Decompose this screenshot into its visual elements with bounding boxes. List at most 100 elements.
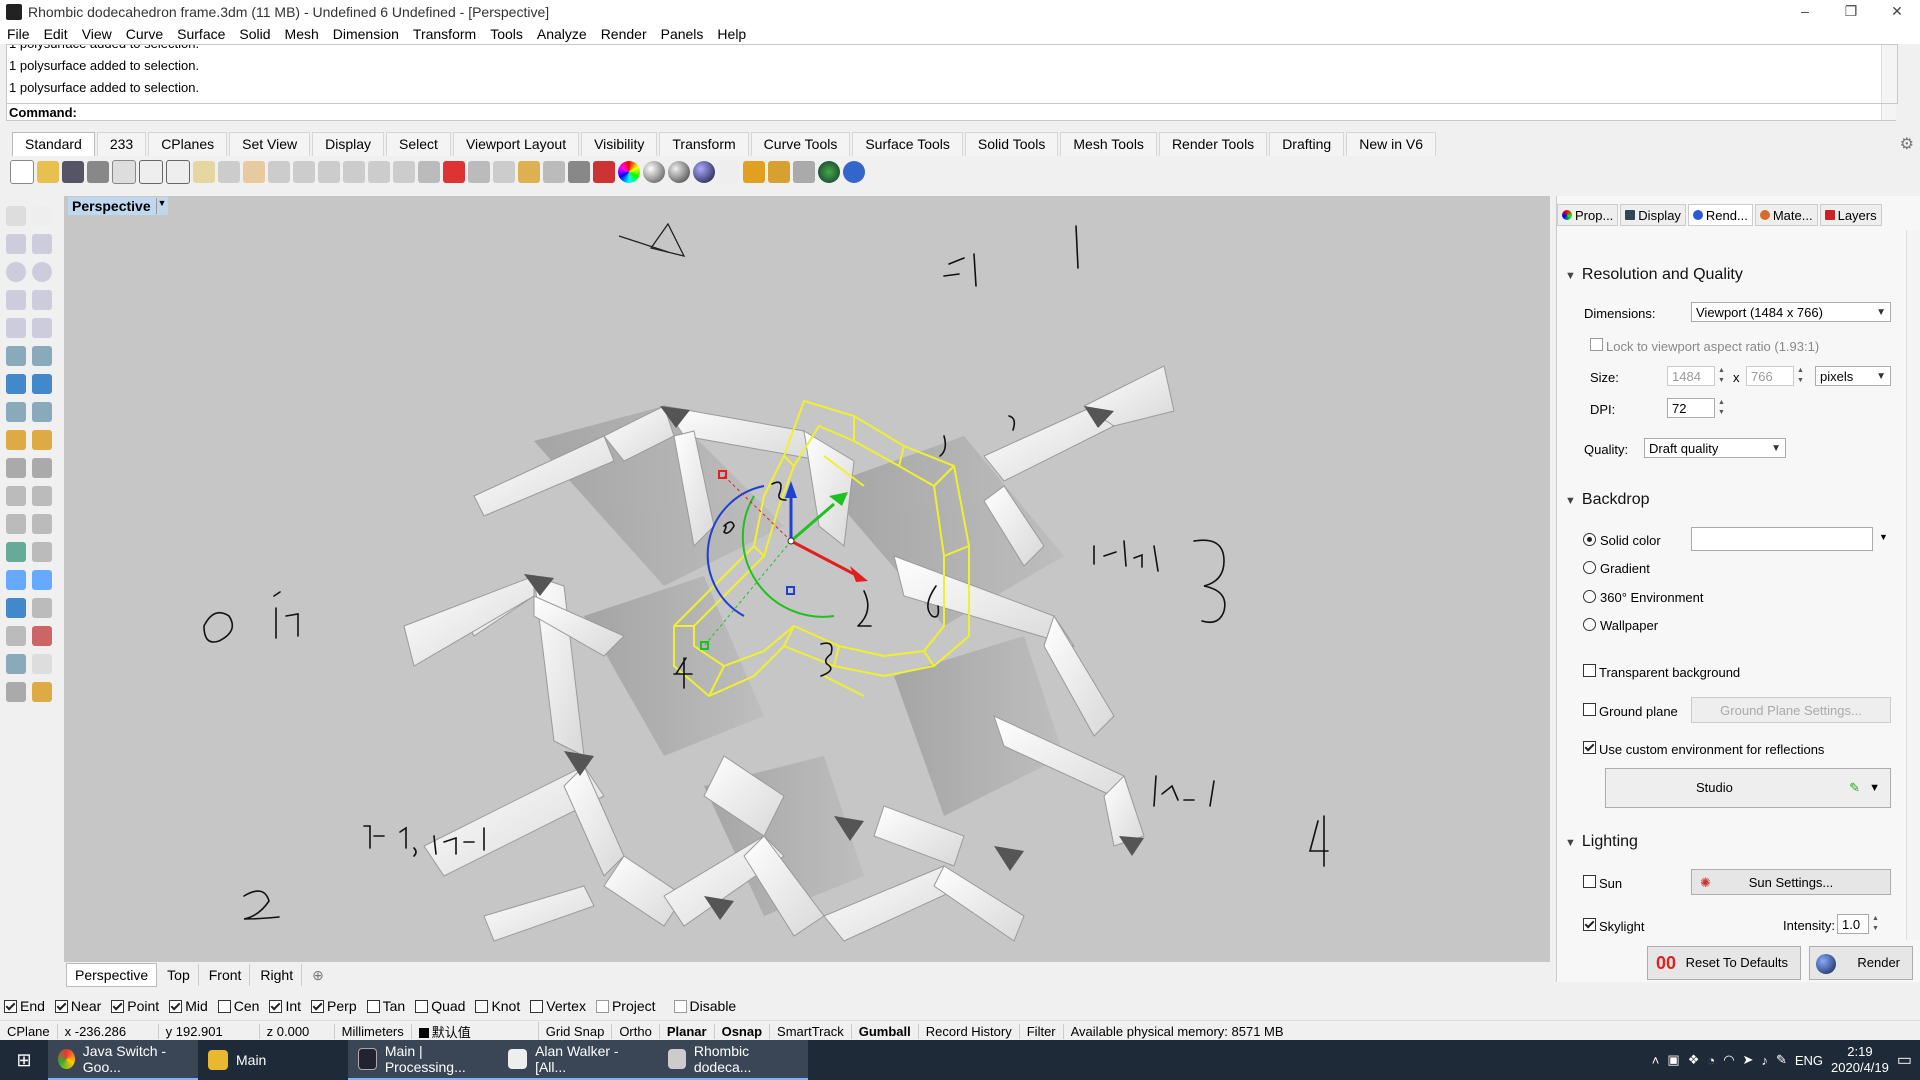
units-status[interactable]: Millimeters [335, 1023, 412, 1039]
wallpaper-radio[interactable]: Wallpaper [1583, 618, 1658, 633]
height-field[interactable]: 766 [1746, 366, 1794, 386]
ground-plane-settings-button[interactable]: Ground Plane Settings... [1691, 697, 1891, 723]
panel-scrollbar[interactable] [1906, 230, 1920, 940]
ortho-toggle[interactable]: Ortho [612, 1023, 660, 1039]
dpi-stepper[interactable]: ▲ ▼ [1716, 398, 1727, 418]
fillet-curve-icon[interactable] [32, 318, 52, 338]
box-solid-icon[interactable] [6, 374, 26, 394]
solid-color-swatch[interactable] [1691, 527, 1873, 551]
osnap-quad-checkbox[interactable]: Quad [415, 998, 465, 1014]
gradient-radio[interactable]: Gradient [1583, 561, 1650, 576]
tab-curve-tools[interactable]: Curve Tools [750, 132, 851, 156]
grid-snap-toggle[interactable]: Grid Snap [539, 1023, 613, 1039]
help-icon[interactable] [843, 161, 865, 183]
osnap-cen-checkbox[interactable]: Cen [217, 998, 259, 1014]
tab-standard[interactable]: Standard [12, 132, 95, 156]
quality-select[interactable]: Draft quality ▼ [1644, 438, 1786, 458]
undo-icon[interactable] [218, 161, 240, 183]
viewport-menu-chevron-icon[interactable]: ▼ [156, 198, 167, 214]
shaded-car-icon[interactable] [468, 161, 490, 183]
osnap-end-checkbox[interactable]: End [4, 998, 45, 1014]
curve-icon[interactable] [32, 234, 52, 254]
transparent-bg-checkbox[interactable]: Transparent background [1583, 664, 1740, 680]
taskbar-item-chrome[interactable]: Java Switch - Goo... [48, 1040, 198, 1080]
panel-tab-materials[interactable]: Mate... [1754, 204, 1818, 226]
car-render-icon[interactable] [443, 161, 465, 183]
restore-button[interactable]: ❐ [1828, 0, 1874, 24]
osnap-knot-checkbox[interactable]: Knot [475, 998, 520, 1014]
command-scrollbar[interactable] [1881, 104, 1896, 120]
osnap-tan-checkbox[interactable]: Tan [366, 998, 405, 1014]
smarttrack-toggle[interactable]: SmartTrack [770, 1023, 852, 1039]
tab-mesh-tools[interactable]: Mesh Tools [1060, 132, 1157, 156]
panel-tab-display[interactable]: Display [1620, 204, 1686, 226]
command-line[interactable]: Command: [6, 103, 1896, 121]
dimensions-select[interactable]: Viewport (1484 x 766) ▼ [1691, 302, 1891, 322]
menu-render[interactable]: Render [594, 26, 654, 42]
menu-tools[interactable]: Tools [483, 26, 530, 42]
dropbox-icon[interactable]: ❖ [1688, 1052, 1700, 1068]
osnap-toggle[interactable]: Osnap [715, 1023, 771, 1039]
mirror-icon[interactable] [32, 514, 52, 534]
menu-panels[interactable]: Panels [654, 26, 711, 42]
split-icon[interactable] [32, 458, 52, 478]
render-tool-icon[interactable] [6, 682, 26, 702]
tab-select[interactable]: Select [386, 132, 451, 156]
zoom-window-icon[interactable] [318, 161, 340, 183]
join-icon[interactable] [6, 486, 26, 506]
menu-transform[interactable]: Transform [406, 26, 483, 42]
print-icon[interactable] [87, 161, 109, 183]
extrude-icon[interactable] [6, 402, 26, 422]
globe-icon[interactable] [818, 161, 840, 183]
osnap-disable-checkbox[interactable]: Disable [673, 998, 736, 1014]
open-folder-icon[interactable] [37, 161, 59, 183]
undo-view-icon[interactable] [393, 161, 415, 183]
tab-transform[interactable]: Transform [659, 132, 749, 156]
add-viewport-tab-icon[interactable]: ⊕ [304, 964, 332, 986]
vp-tab-front[interactable]: Front [201, 964, 251, 986]
pan-hand-icon[interactable] [243, 161, 265, 183]
dimension-icon[interactable] [793, 161, 815, 183]
trim-icon[interactable] [6, 458, 26, 478]
analyze-icon[interactable] [6, 654, 26, 674]
taskbar-item-music[interactable]: Alan Walker - [All... [498, 1040, 658, 1080]
wifi-icon[interactable]: ◠ [1723, 1052, 1734, 1068]
menu-analyze[interactable]: Analyze [530, 26, 594, 42]
record-history-toggle[interactable]: Record History [919, 1023, 1020, 1039]
import-icon[interactable] [112, 160, 136, 184]
section-backdrop[interactable]: ▼ Backdrop [1565, 491, 1649, 509]
gumball-toggle[interactable]: Gumball [852, 1023, 919, 1039]
network-icon[interactable]: ◔ [1707, 1053, 1715, 1068]
vp-tab-right[interactable]: Right [252, 964, 303, 986]
check-icon[interactable] [32, 654, 52, 674]
environment-360-radio[interactable]: 360° Environment [1583, 590, 1703, 605]
width-stepper[interactable]: ▲ ▼ [1716, 366, 1727, 386]
scale-icon[interactable] [32, 570, 52, 590]
polyline-icon[interactable] [6, 234, 26, 254]
ground-plane-checkbox[interactable]: Ground plane [1583, 703, 1678, 719]
pen-tray-icon[interactable]: ✎ [1776, 1052, 1787, 1068]
language-indicator[interactable]: ENG [1795, 1053, 1823, 1068]
telegram-icon[interactable]: ➤ [1743, 1052, 1754, 1068]
fillet-edge-icon[interactable] [6, 430, 26, 450]
skylight-checkbox[interactable]: Skylight [1583, 918, 1645, 934]
new-file-icon[interactable] [10, 160, 34, 184]
osnap-mid-checkbox[interactable]: Mid [169, 998, 208, 1014]
menu-curve[interactable]: Curve [119, 26, 170, 42]
boolean-icon[interactable] [32, 374, 52, 394]
options-gear-icon[interactable] [768, 161, 790, 183]
loft-icon[interactable] [32, 346, 52, 366]
panel-tab-properties[interactable]: Prop... [1557, 204, 1619, 226]
tab-visibility[interactable]: Visibility [581, 132, 658, 156]
material-sphere-icon[interactable] [643, 161, 665, 183]
tab-233[interactable]: 233 [96, 132, 147, 156]
tab-solid-tools[interactable]: Solid Tools [964, 132, 1059, 156]
menu-edit[interactable]: Edit [37, 26, 75, 42]
tab-surface-tools[interactable]: Surface Tools [852, 132, 963, 156]
close-button[interactable]: ✕ [1874, 0, 1920, 24]
osnap-int-checkbox[interactable]: Int [269, 998, 301, 1014]
text-icon[interactable] [6, 542, 26, 562]
pen-icon[interactable] [743, 161, 765, 183]
explode-icon[interactable] [32, 430, 52, 450]
width-field[interactable]: 1484 [1667, 366, 1715, 386]
